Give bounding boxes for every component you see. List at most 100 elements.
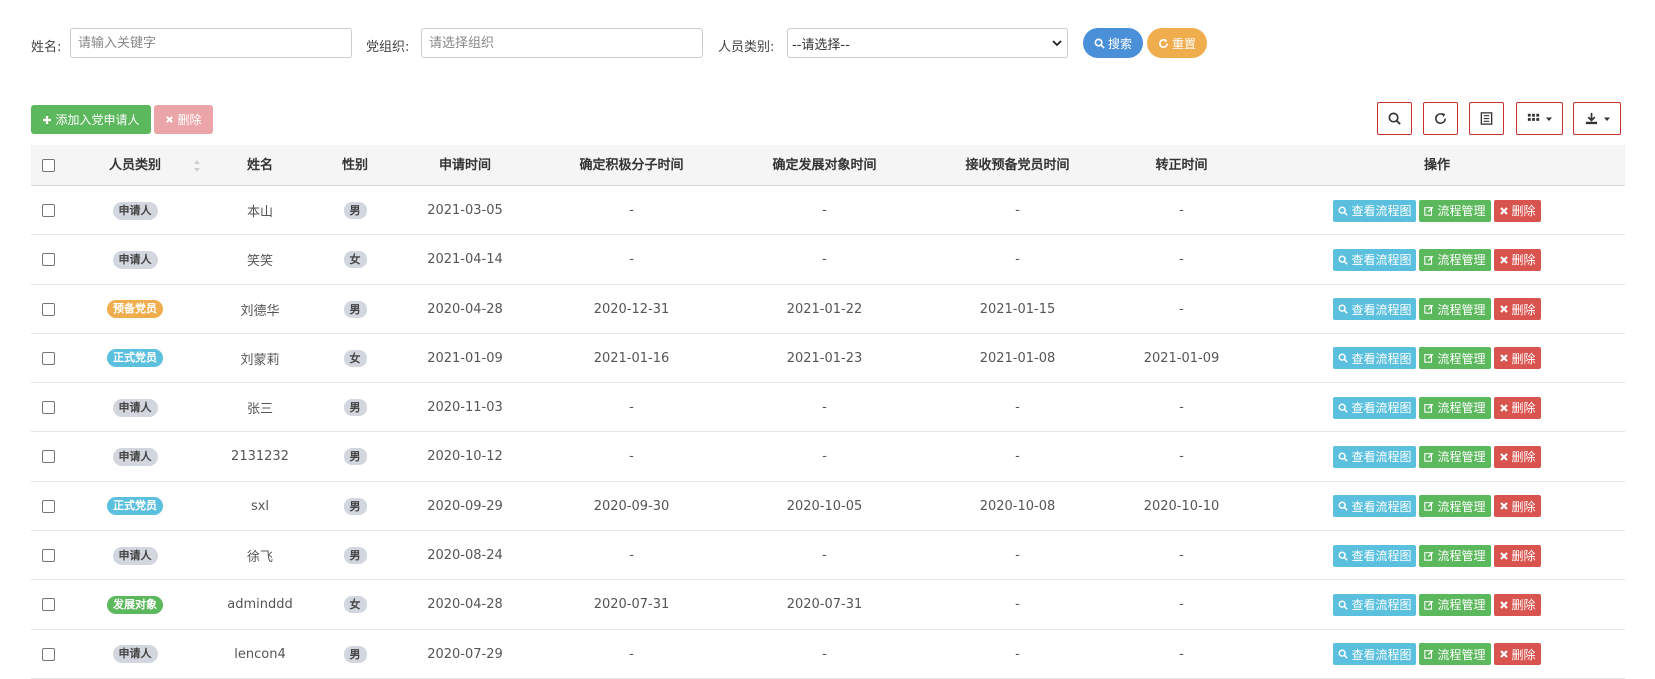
process-manage-button[interactable]: 流程管理 <box>1419 544 1491 567</box>
apply-time-cell: 2021-01-09 <box>427 350 503 366</box>
toggle-view-button[interactable] <box>1469 102 1504 135</box>
view-flowchart-button[interactable]: 查看流程图 <box>1333 298 1417 321</box>
view-flowchart-button[interactable]: 查看流程图 <box>1333 248 1417 271</box>
caret-down-icon <box>1546 117 1552 121</box>
view-flowchart-button[interactable]: 查看流程图 <box>1333 643 1417 666</box>
process-manage-button[interactable]: 流程管理 <box>1419 396 1491 419</box>
search-button-label: 搜索 <box>1107 36 1132 51</box>
reset-button-label: 重置 <box>1171 36 1196 51</box>
process-manage-button[interactable]: 流程管理 <box>1419 445 1491 468</box>
view-flowchart-button[interactable]: 查看流程图 <box>1333 396 1417 419</box>
name-cell: sxl <box>250 498 270 514</box>
person-type-badge: 申请人 <box>112 250 158 269</box>
row-checkbox[interactable] <box>41 253 55 267</box>
view-flowchart-label: 查看流程图 <box>1351 253 1412 268</box>
process-manage-button[interactable]: 流程管理 <box>1419 298 1491 321</box>
row-delete-button[interactable]: 删除 <box>1493 199 1541 222</box>
row-checkbox[interactable] <box>41 549 55 563</box>
row-delete-button[interactable]: 删除 <box>1493 544 1541 567</box>
process-manage-button[interactable]: 流程管理 <box>1419 643 1491 666</box>
row-delete-button[interactable]: 删除 <box>1493 495 1541 518</box>
columns-dropdown-button[interactable] <box>1516 102 1563 135</box>
row-checkbox[interactable] <box>41 351 55 365</box>
table-search-button[interactable] <box>1377 102 1412 135</box>
actions-cell: 查看流程图 流程管理 删除 <box>1249 432 1625 481</box>
process-manage-button[interactable]: 流程管理 <box>1419 248 1491 271</box>
prep-member-time-cell: 2021-01-08 <box>979 350 1056 366</box>
process-manage-label: 流程管理 <box>1437 401 1486 416</box>
row-delete-button[interactable]: 删除 <box>1493 593 1541 616</box>
view-flowchart-button[interactable]: 查看流程图 <box>1333 347 1417 370</box>
develop-time-cell: 2021-01-23 <box>786 350 863 366</box>
row-delete-button[interactable]: 删除 <box>1493 396 1541 419</box>
reset-button[interactable]: 重置 <box>1147 28 1207 58</box>
view-flowchart-label: 查看流程图 <box>1351 204 1412 218</box>
process-manage-button[interactable]: 流程管理 <box>1419 495 1491 518</box>
view-flowchart-button[interactable]: 查看流程图 <box>1333 544 1417 567</box>
actions-cell: 查看流程图 流程管理 删除 <box>1249 186 1625 235</box>
row-delete-button[interactable]: 删除 <box>1493 248 1541 271</box>
prep-member-time-cell: - <box>1015 449 1020 465</box>
add-applicant-button[interactable]: 添加入党申请人 <box>31 105 151 134</box>
apply-time-cell: 2020-07-29 <box>427 646 503 662</box>
row-delete-button[interactable]: 删除 <box>1493 643 1541 666</box>
formal-time-cell: - <box>1179 646 1184 662</box>
apply-time-cell: 2020-11-03 <box>427 400 503 416</box>
batch-delete-button[interactable]: 删除 <box>154 105 213 134</box>
view-flowchart-button[interactable]: 查看流程图 <box>1333 199 1417 222</box>
activist-time-cell: - <box>629 252 634 268</box>
person-type-badge: 申请人 <box>112 447 158 466</box>
process-manage-label: 流程管理 <box>1437 549 1486 564</box>
search-icon <box>1338 600 1349 610</box>
view-flowchart-button[interactable]: 查看流程图 <box>1333 495 1417 518</box>
process-manage-label: 流程管理 <box>1437 351 1486 366</box>
person-type-cell: 申请人 <box>65 235 205 284</box>
select-all-checkbox[interactable] <box>41 159 55 172</box>
process-manage-button[interactable]: 流程管理 <box>1419 347 1491 370</box>
view-flowchart-label: 查看流程图 <box>1351 302 1412 317</box>
process-manage-label: 流程管理 <box>1437 302 1486 317</box>
sex-cell: 男 <box>315 482 395 531</box>
row-delete-button[interactable]: 删除 <box>1493 445 1541 468</box>
header-person-type[interactable]: 人员类别 <box>65 145 205 186</box>
view-flowchart-button[interactable]: 查看流程图 <box>1333 593 1417 616</box>
row-checkbox[interactable] <box>41 647 55 661</box>
type-select[interactable]: --请选择-- <box>787 28 1068 58</box>
export-dropdown-button[interactable] <box>1573 102 1621 135</box>
view-flowchart-button[interactable]: 查看流程图 <box>1333 445 1417 468</box>
person-type-badge: 申请人 <box>112 645 158 664</box>
row-checkbox[interactable] <box>41 450 55 464</box>
process-manage-button[interactable]: 流程管理 <box>1419 199 1491 222</box>
person-type-cell: 申请人 <box>65 630 205 679</box>
row-select-cell <box>31 285 65 334</box>
activist-time-cell: - <box>629 203 634 218</box>
row-checkbox[interactable] <box>41 204 55 217</box>
search-button[interactable]: 搜索 <box>1083 28 1143 58</box>
row-delete-label: 删除 <box>1511 204 1536 218</box>
row-checkbox[interactable] <box>41 302 55 316</box>
process-manage-button[interactable]: 流程管理 <box>1419 593 1491 616</box>
formal-time-cell: - <box>1179 252 1184 268</box>
sex-cell: 男 <box>315 432 395 481</box>
chevron-down-icon <box>1052 40 1062 47</box>
name-search-input[interactable] <box>70 28 352 58</box>
develop-time-cell: - <box>822 449 827 465</box>
row-delete-button[interactable]: 删除 <box>1493 347 1541 370</box>
table-refresh-button[interactable] <box>1423 102 1458 135</box>
view-flowchart-label: 查看流程图 <box>1351 351 1412 366</box>
row-delete-button[interactable]: 删除 <box>1493 298 1541 321</box>
develop-time-cell: - <box>822 548 827 564</box>
header-formal-time: 转正时间 <box>1155 158 1208 173</box>
search-icon <box>1338 551 1349 561</box>
develop-time-cell: - <box>822 252 827 268</box>
list-icon <box>1480 112 1493 125</box>
type-label: 人员类别: <box>718 40 775 55</box>
row-checkbox[interactable] <box>41 598 55 612</box>
sex-badge: 男 <box>343 645 367 663</box>
prep-member-time-cell: 2021-01-15 <box>979 301 1056 317</box>
org-select-input[interactable] <box>421 28 703 58</box>
row-checkbox[interactable] <box>41 401 55 415</box>
search-icon <box>1094 38 1105 49</box>
row-checkbox[interactable] <box>41 499 55 513</box>
activist-time-cell: 2020-09-30 <box>593 498 670 514</box>
